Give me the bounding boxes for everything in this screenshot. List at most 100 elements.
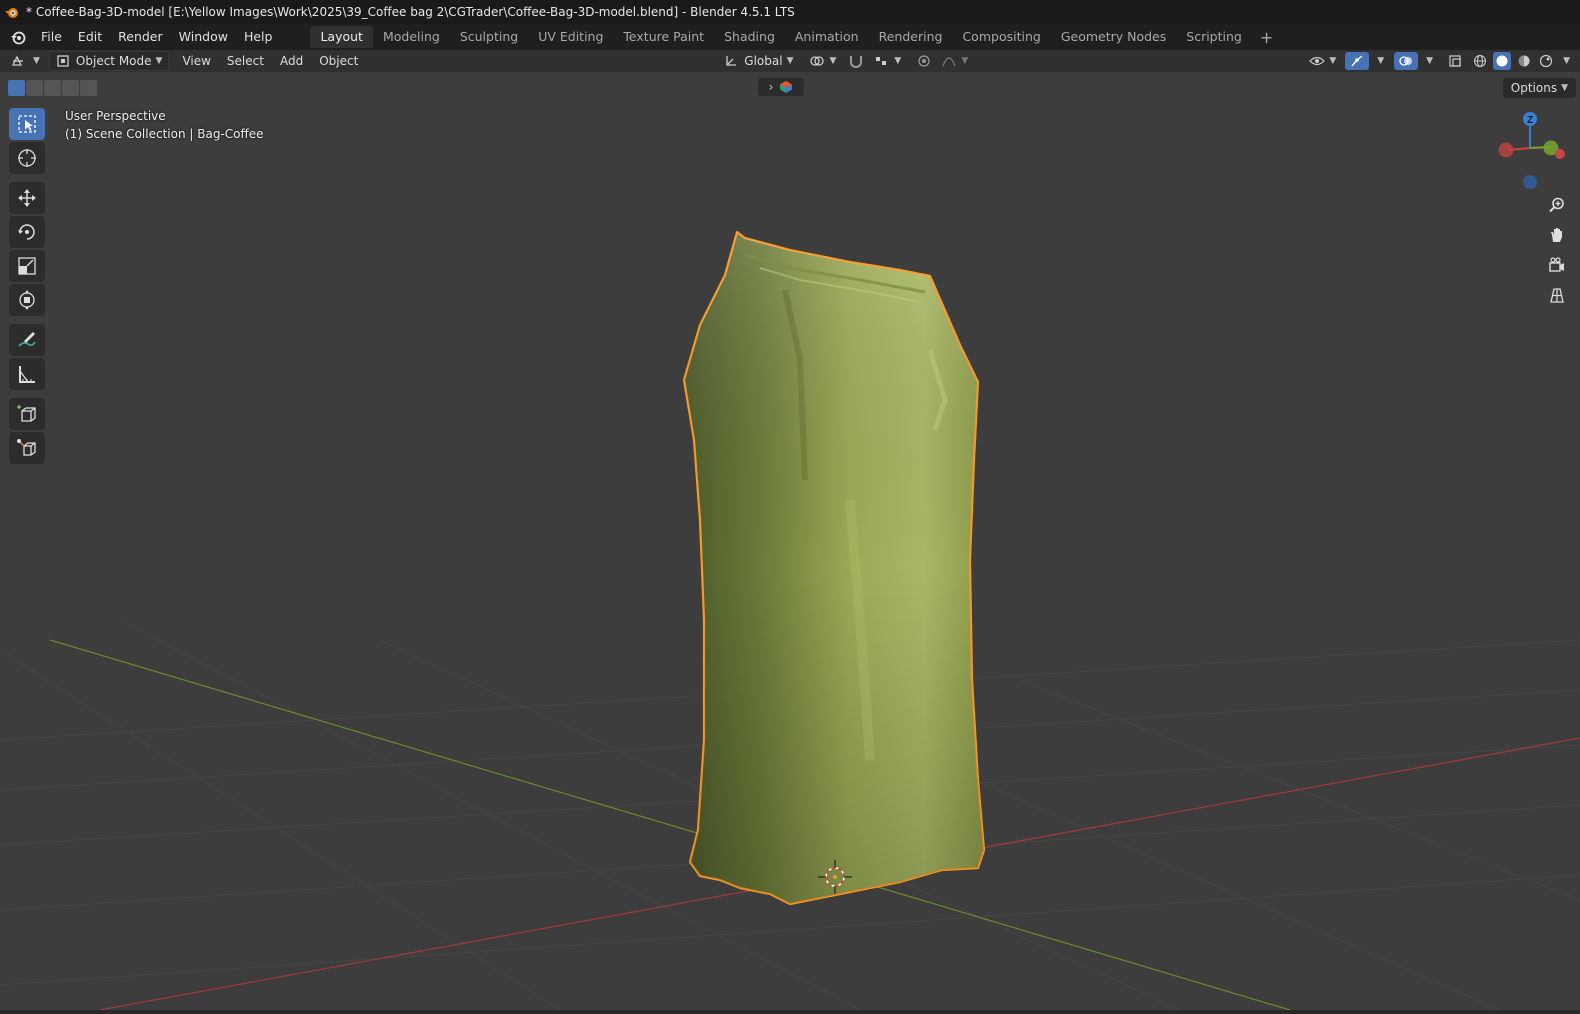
ortho-toggle-button[interactable] — [1544, 282, 1570, 308]
selection-mode-buttons — [8, 80, 97, 96]
blender-menu-icon[interactable] — [9, 28, 27, 46]
chevron-down-icon: ▼ — [155, 56, 163, 66]
menu-add[interactable]: Add — [275, 52, 308, 70]
annotate-icon — [18, 332, 36, 347]
xray-icon — [1449, 55, 1461, 67]
tab-uv-editing[interactable]: UV Editing — [528, 26, 613, 48]
navigation-gizmo[interactable]: Z — [1494, 110, 1568, 190]
window-title: * Coffee-Bag-3D-model [E:\Yellow Images\… — [26, 5, 795, 19]
extrude-tool[interactable] — [9, 432, 45, 464]
tab-modeling[interactable]: Modeling — [373, 26, 450, 48]
gizmo-x-axis-icon[interactable] — [1555, 149, 1565, 159]
snap-increment-icon — [876, 57, 887, 65]
menu-edit[interactable]: Edit — [70, 24, 110, 50]
menu-object[interactable]: Object — [314, 52, 363, 70]
object-mode-icon — [57, 55, 69, 67]
chevron-down-icon: ▼ — [33, 56, 40, 66]
chevron-down-icon[interactable]: ▼ — [1377, 56, 1384, 66]
magnet-icon — [850, 56, 863, 68]
select-new-icon[interactable] — [8, 80, 25, 96]
cursor-tool[interactable] — [9, 142, 45, 174]
editor-type-icon — [11, 55, 23, 66]
zoom-button[interactable] — [1544, 192, 1570, 218]
gizmo-icon — [1351, 55, 1363, 67]
proportional-edit-toggle[interactable] — [912, 52, 936, 70]
visibility-dropdown[interactable]: ▼ — [1304, 52, 1341, 70]
overlays-toggle[interactable] — [1394, 52, 1419, 70]
gizmo-toggle[interactable] — [1345, 52, 1370, 70]
editor-type-button[interactable]: ▼ — [6, 52, 45, 70]
extrude-icon — [17, 439, 36, 456]
wireframe-shading-button[interactable] — [1471, 52, 1489, 70]
transform-orientation-dropdown[interactable]: Global ▼ — [719, 52, 798, 70]
tab-rendering[interactable]: Rendering — [869, 26, 953, 48]
material-sphere-icon — [1518, 55, 1530, 67]
tab-scripting[interactable]: Scripting — [1176, 26, 1252, 48]
select-subtract-icon[interactable] — [44, 80, 61, 96]
options-dropdown[interactable]: Options ▼ — [1502, 78, 1576, 98]
select-box-tool[interactable] — [9, 108, 45, 140]
object-mode-label: Object Mode — [75, 54, 152, 68]
menu-view[interactable]: View — [177, 52, 215, 70]
transform-tool[interactable] — [9, 284, 45, 316]
rotate-tool[interactable] — [9, 216, 45, 248]
perspective-label: User Perspective — [65, 109, 166, 123]
select-invert-icon[interactable] — [62, 80, 79, 96]
move-tool[interactable] — [9, 182, 45, 214]
gizmo-neg-x-axis-icon[interactable] — [1498, 142, 1514, 158]
pan-button[interactable] — [1544, 222, 1570, 248]
material-shading-button[interactable] — [1515, 52, 1533, 70]
chevron-down-icon[interactable]: ▼ — [1426, 56, 1433, 66]
snap-target-dropdown[interactable]: ▼ — [869, 52, 906, 70]
camera-view-button[interactable] — [1544, 252, 1570, 278]
add-workspace-button[interactable]: + — [1252, 28, 1281, 47]
chevron-down-icon: ▼ — [1329, 56, 1337, 66]
select-intersect-icon[interactable] — [80, 80, 97, 96]
chevron-down-icon: ▼ — [894, 56, 902, 66]
add-cube-tool[interactable] — [9, 398, 45, 430]
orientation-axes-icon — [726, 56, 737, 66]
menu-file[interactable]: File — [33, 24, 70, 50]
annotate-tool[interactable] — [9, 324, 45, 356]
scene-gizmo-icon — [780, 81, 793, 93]
chevron-down-icon: ▼ — [829, 56, 837, 66]
menu-render[interactable]: Render — [110, 24, 171, 50]
tab-layout[interactable]: Layout — [310, 26, 373, 48]
pivot-point-dropdown[interactable]: ▼ — [804, 52, 841, 70]
3d-viewport[interactable]: › User Perspective (1) Scene Collection … — [0, 72, 1580, 1010]
title-bar: * Coffee-Bag-3D-model [E:\Yellow Images\… — [0, 0, 1580, 24]
tab-texture-paint[interactable]: Texture Paint — [613, 26, 714, 48]
collection-label: (1) Scene Collection | Bag-Coffee — [65, 127, 264, 141]
measure-tool[interactable] — [9, 358, 45, 390]
move-icon — [18, 189, 36, 207]
gizmo-neg-z-axis-icon[interactable] — [1523, 175, 1537, 189]
falloff-dropdown[interactable]: ▼ — [936, 52, 973, 70]
tab-compositing[interactable]: Compositing — [952, 26, 1050, 48]
tab-geometry-nodes[interactable]: Geometry Nodes — [1051, 26, 1176, 48]
chevron-down-icon[interactable]: ▼ — [1563, 56, 1570, 66]
xray-toggle[interactable] — [1443, 52, 1467, 70]
tab-sculpting[interactable]: Sculpting — [450, 26, 528, 48]
menu-help[interactable]: Help — [236, 24, 281, 50]
add-cube-icon — [17, 405, 36, 422]
tab-animation[interactable]: Animation — [785, 26, 869, 48]
chevron-down-icon: ▼ — [961, 56, 969, 66]
options-label: Options — [1510, 81, 1558, 95]
tab-shading[interactable]: Shading — [714, 26, 785, 48]
object-mode-dropdown[interactable]: Object Mode ▼ — [48, 51, 170, 71]
snap-toggle[interactable] — [843, 52, 869, 70]
scale-tool[interactable] — [9, 250, 45, 282]
menu-select[interactable]: Select — [222, 52, 269, 70]
coffee-bag-object[interactable] — [682, 230, 986, 906]
pivot-icon — [810, 56, 825, 66]
orientation-label: Global — [744, 54, 783, 68]
pan-hand-icon — [1551, 228, 1562, 242]
collapsed-header-toggle[interactable]: › — [758, 78, 804, 96]
rendered-shading-button[interactable] — [1537, 52, 1555, 70]
solid-shading-button[interactable] — [1493, 52, 1512, 70]
falloff-curve-icon — [942, 57, 956, 67]
cursor-icon — [18, 149, 36, 167]
menu-window[interactable]: Window — [171, 24, 236, 50]
ortho-grid-icon — [1550, 288, 1564, 303]
select-extend-icon[interactable] — [26, 80, 43, 96]
